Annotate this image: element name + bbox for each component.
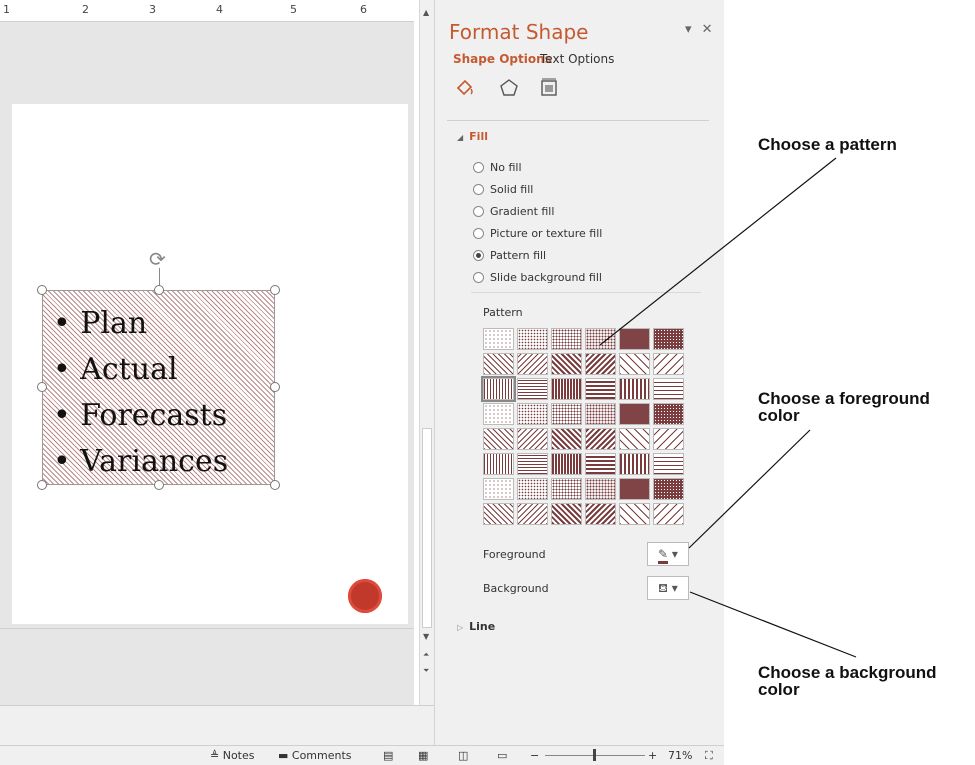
screenshot: 1 2 3 4 5 6 ⟳ Plan Actual Forecasts Vari… (0, 0, 975, 765)
callout-line (689, 591, 857, 658)
callout-line (599, 157, 837, 346)
callout-line (688, 429, 811, 549)
callout-lines (599, 157, 857, 658)
